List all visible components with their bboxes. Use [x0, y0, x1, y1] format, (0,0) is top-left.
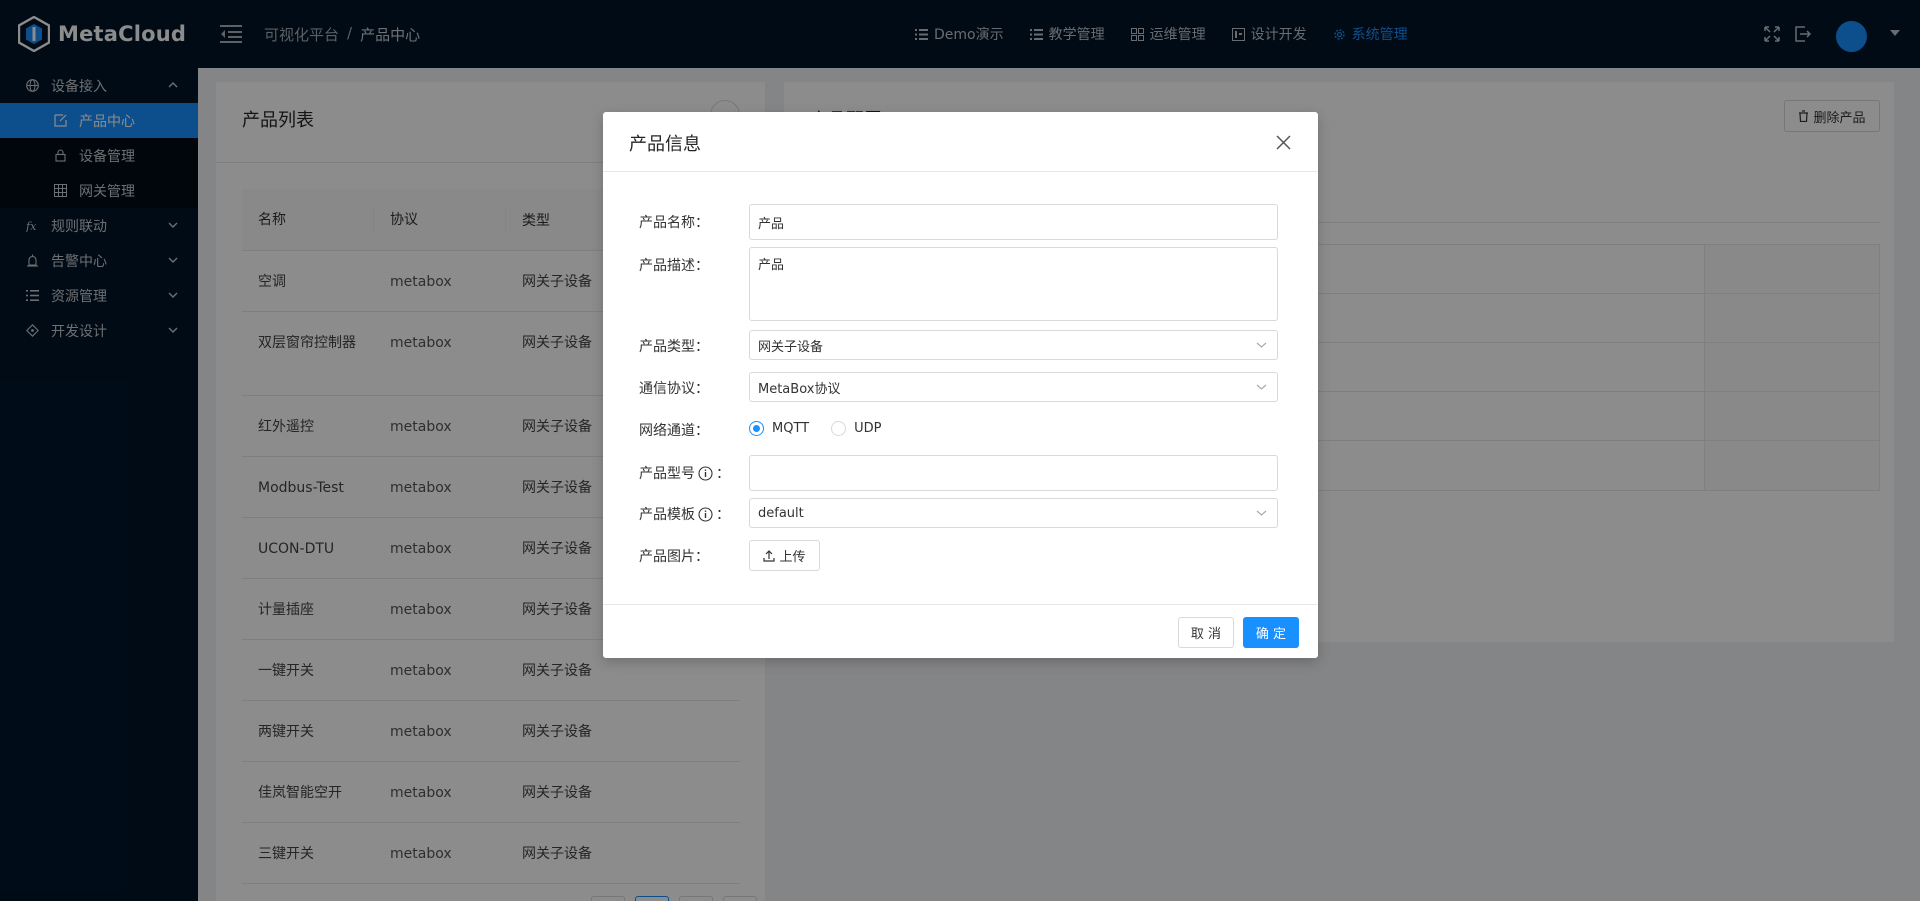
cancel-button[interactable]: 取 消	[1178, 617, 1234, 648]
modal-footer: 取 消 确 定	[603, 604, 1318, 658]
product-model-input[interactable]	[749, 455, 1278, 491]
radio-udp[interactable]	[831, 421, 847, 436]
select-value: MetaBox协议	[758, 381, 841, 397]
field-label: 产品类型：	[639, 339, 709, 355]
field-label-text: 产品型号	[639, 466, 695, 482]
info-icon[interactable]	[698, 506, 713, 522]
field-label: 产品名称：	[639, 215, 709, 231]
radio-label[interactable]: MQTT	[772, 421, 809, 436]
protocol-select[interactable]: MetaBox协议	[749, 372, 1278, 402]
field-label: 产品图片：	[639, 549, 709, 565]
field-label-suffix: ：	[716, 507, 730, 523]
upload-label: 上传	[779, 550, 806, 565]
chevron-down-icon	[1256, 342, 1267, 348]
close-icon[interactable]	[1276, 135, 1291, 150]
upload-button[interactable]: 上传	[749, 540, 820, 571]
select-value: default	[758, 505, 804, 521]
product-name-input[interactable]: 产品	[749, 204, 1278, 240]
product-desc-textarea[interactable]: 产品	[749, 247, 1278, 321]
modal-header: 产品信息	[603, 112, 1318, 172]
field-label: 产品型号 ：	[639, 463, 730, 483]
field-label: 产品模板 ：	[639, 504, 730, 524]
field-label: 网络通道：	[639, 423, 709, 439]
radio-mqtt[interactable]	[749, 421, 764, 436]
select-value: 网关子设备	[758, 339, 824, 355]
chevron-down-icon	[1256, 384, 1267, 390]
radio-label[interactable]: UDP	[854, 421, 881, 436]
product-info-modal: 产品信息 产品名称： 产品 产品描述： 产品 产品类型： 网关子设备 通信协议：…	[603, 112, 1318, 658]
field-label: 通信协议：	[639, 381, 709, 397]
input-value: 产品	[758, 216, 785, 232]
channel-radio-group: MQTT UDP	[749, 421, 881, 436]
template-select[interactable]: default	[749, 498, 1278, 528]
field-label: 产品描述：	[639, 258, 709, 274]
modal-title: 产品信息	[629, 134, 701, 155]
field-label-text: 产品模板	[639, 507, 695, 523]
field-label-suffix: ：	[716, 466, 730, 482]
info-icon[interactable]	[698, 465, 713, 481]
confirm-button[interactable]: 确 定	[1243, 617, 1299, 648]
product-type-select[interactable]: 网关子设备	[749, 330, 1278, 360]
chevron-down-icon	[1256, 510, 1267, 516]
upload-icon	[763, 549, 776, 562]
input-value: 产品	[758, 258, 785, 273]
